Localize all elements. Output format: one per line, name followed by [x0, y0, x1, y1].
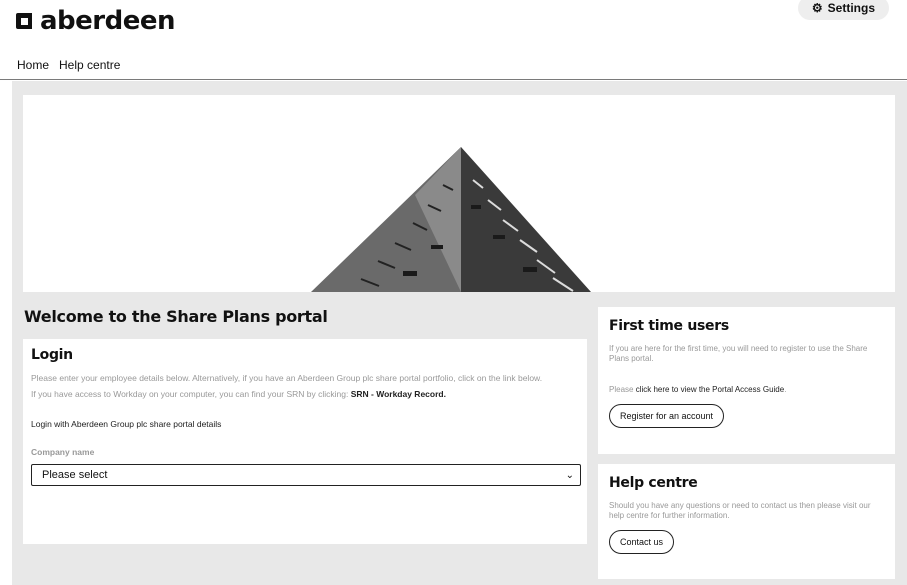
aberdeen-logo[interactable]: aberdeen: [14, 6, 176, 36]
help-text: Should you have any questions or need to…: [609, 501, 871, 520]
help-centre-card: Help centre Should you have any question…: [598, 464, 895, 579]
logo-mark-icon: [14, 11, 34, 31]
company-select[interactable]: Please select ⌄: [31, 464, 581, 486]
srn-workday-link[interactable]: SRN - Workday Record.: [351, 389, 446, 399]
portal-access-guide-link[interactable]: click here to view the Portal Access Gui…: [636, 385, 785, 394]
help-title: Help centre: [609, 475, 698, 491]
gear-icon: ⚙: [811, 1, 823, 15]
contact-us-button[interactable]: Contact us: [609, 530, 675, 554]
nav-item-help-centre[interactable]: Help centre: [59, 58, 120, 72]
login-card: Login Please enter your employee details…: [23, 339, 587, 544]
nav-item-home[interactable]: Home: [17, 58, 49, 72]
hero-image: [23, 95, 895, 292]
workday-prefix: If you have access to Workday on your co…: [31, 389, 351, 399]
company-select-value: Please select: [42, 469, 108, 481]
login-title: Login: [31, 347, 73, 363]
main-nav: Home Help centre: [17, 58, 120, 72]
settings-button[interactable]: ⚙ Settings: [797, 0, 889, 20]
settings-label: Settings: [827, 1, 875, 15]
login-intro-text: Please enter your employee details below…: [31, 373, 543, 383]
workday-text: If you have access to Workday on your co…: [31, 389, 579, 399]
login-with-text: Login with Aberdeen Group plc share port…: [31, 419, 222, 429]
first-time-title: First time users: [609, 318, 729, 334]
first-time-users-card: First time users If you are here for the…: [598, 307, 895, 454]
page-title: Welcome to the Share Plans portal: [24, 307, 328, 326]
main-content: Welcome to the Share Plans portal Login …: [12, 81, 907, 585]
logo-text: aberdeen: [40, 6, 176, 36]
please-prefix: Please: [609, 385, 636, 394]
chevron-down-icon: ⌄: [565, 469, 574, 481]
site-header: aberdeen ⚙ Settings Home Help centre: [0, 0, 907, 80]
portal-guide-line: Please click here to view the Portal Acc…: [609, 385, 884, 394]
register-button[interactable]: Register for an account: [609, 404, 725, 428]
company-name-label: Company name: [31, 447, 95, 457]
please-suffix: .: [784, 385, 787, 394]
first-time-text: If you are here for the first time, you …: [609, 344, 868, 363]
